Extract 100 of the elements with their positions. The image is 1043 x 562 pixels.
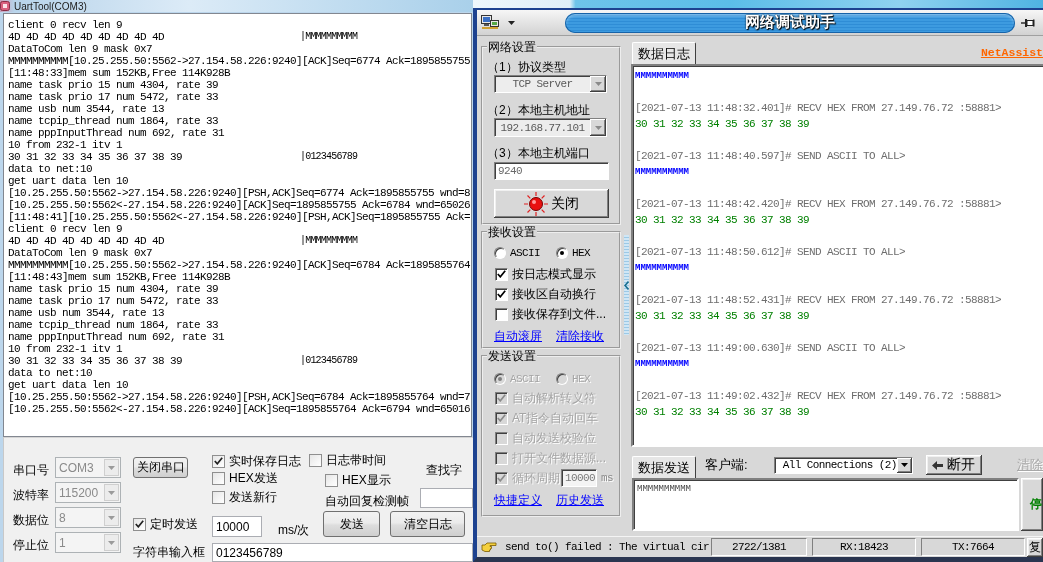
- group-title: 接收设置: [487, 225, 537, 239]
- log-data: MMMMMMMMMM: [635, 166, 689, 179]
- ascii-text: |MMMMMMMMMM: [300, 235, 358, 247]
- setting-label: 波特率: [13, 487, 49, 504]
- caret-icon: [108, 515, 115, 520]
- terminal-line: MMMMMMMMMM[10.25.255.50:5562->27.154.58.226:9240][ACK]Seq=6774 Ack=1895855755: [8, 55, 471, 67]
- terminal-line: name task prio 17 num 5472, rate 33: [8, 295, 219, 307]
- computer-icon[interactable]: [481, 15, 499, 30]
- pin-icon[interactable]: [1021, 16, 1035, 29]
- field-label: 自动回复检测帧: [325, 492, 409, 510]
- terminal-line: [10.25.255.50:5562->27.154.58.226:9240][PSH,ACK]Seq=6774 Ack=1895855755 wnd=8: [8, 187, 471, 199]
- checkbox-label: 实时保存日志: [229, 452, 301, 470]
- terminal-line: DataToCom len 9 mask 0x7: [8, 247, 153, 259]
- terminal-line: name tcpip_thread num 1864, rate 33: [8, 115, 219, 127]
- checkbox[interactable]: [495, 307, 508, 321]
- checkbox-label: 日志带时间: [326, 452, 386, 469]
- text-link[interactable]: 自动滚屏: [494, 327, 542, 345]
- tab[interactable]: 数据日志: [632, 42, 696, 64]
- checkbox[interactable]: [309, 454, 322, 467]
- status-message: send to() failed : The virtual cir: [505, 541, 709, 553]
- hex-bytes: 4D 4D 4D 4D 4D 4D 4D 4D 4D: [8, 31, 165, 43]
- field-label: （3）本地主机端口: [487, 146, 590, 160]
- checkmark-icon: [214, 457, 223, 465]
- checkbox[interactable]: [212, 491, 225, 504]
- terminal-line: [11:48:41][10.25.255.50:5562<-27.154.58.226:9240][PSH,ACK]Seq=1895855755 Ack=: [8, 211, 471, 223]
- log-data: 30 31 32 33 34 35 36 37 38 39: [635, 405, 810, 420]
- group-title: 发送设置: [487, 349, 537, 363]
- checkbox[interactable]: [325, 474, 338, 487]
- send-button[interactable]: 发送: [323, 511, 380, 537]
- send-text-field[interactable]: MMMMMMMMMM: [632, 478, 1019, 531]
- arrow-left-icon: [932, 460, 944, 470]
- setting-label: 数据位: [13, 512, 49, 529]
- terminal-line: name pppInputThread num 692, rate 31: [8, 127, 225, 139]
- log-data: 30 31 32 33 34 35 36 37 38 39: [635, 213, 810, 228]
- checkbox-label: 发送新行: [229, 489, 277, 506]
- checkmark-icon: [497, 414, 506, 422]
- terminal-line: data to net:10: [8, 367, 92, 379]
- hex-bytes: 4D 4D 4D 4D 4D 4D 4D 4D 4D: [8, 235, 165, 247]
- terminal-line: name task prio 15 num 4304, rate 39: [8, 79, 219, 91]
- log-data: 30 31 32 33 34 35 36 37 38 39: [635, 117, 810, 132]
- disconnect-button[interactable]: 断开: [925, 455, 982, 475]
- close-port-button[interactable]: 关闭串口: [133, 457, 188, 478]
- caret-icon: [594, 82, 602, 86]
- checkbox[interactable]: [495, 267, 508, 281]
- light-icon: [524, 191, 548, 216]
- text-link[interactable]: 清除接收: [556, 327, 604, 345]
- dropdown[interactable]: All Connections (2): [773, 456, 913, 474]
- text-input-field[interactable]: 0123456789: [212, 543, 473, 562]
- checkbox-label: HEX显示: [342, 472, 391, 489]
- splitter-handle[interactable]: [624, 235, 629, 335]
- hex-bytes: 30 31 32 33 34 35 36 37 38 39: [8, 151, 183, 163]
- terminal-line: name pppInputThread num 692, rate 31: [8, 331, 225, 343]
- checkbox[interactable]: [495, 287, 508, 301]
- caret-icon: [508, 20, 515, 25]
- window-title: 网络调试助手: [565, 12, 1015, 33]
- status-panel: TX:7664: [921, 538, 1025, 556]
- terminal-line: [10.25.255.50:5562<-27.154.58.226:9240][ACK]Seq=1895855755 Ack=6784 wnd=65026: [8, 199, 471, 211]
- log-data: MMMMMMMMMM: [635, 70, 689, 83]
- unit-label: ms: [601, 472, 613, 484]
- setting-label: 停止位: [13, 537, 49, 554]
- checkmark-icon: [497, 474, 506, 482]
- tab[interactable]: 数据发送: [632, 456, 696, 478]
- checkmark-icon: [497, 394, 506, 402]
- pointing-hand-icon: [481, 541, 497, 553]
- terminal-line: [10.25.255.50:5562<-27.154.58.226:9240][ACK]Seq=1895855764 Ack=6794 wnd=65016: [8, 403, 471, 415]
- search-field[interactable]: [420, 488, 473, 508]
- checkbox[interactable]: [212, 472, 225, 485]
- terminal-line: client 0 recv len 9: [8, 223, 123, 235]
- status-panel: RX:18423: [812, 538, 916, 556]
- log-data: 30 31 32 33 34 35 36 37 38 39: [635, 309, 810, 324]
- terminal-line: name usb num 3544, rate 13: [8, 307, 165, 319]
- reset-button[interactable]: 复: [1027, 537, 1043, 557]
- log-header: [2021-07-13 11:48:52.431]# RECV HEX FROM 27.149.76.72 :58881>: [635, 293, 1002, 308]
- radio-button[interactable]: [494, 247, 506, 259]
- terminal-line: name task prio 15 num 4304, rate 39: [8, 283, 219, 295]
- field-label: 字符串输入框: [133, 543, 205, 561]
- field-label: （2）本地主机地址: [487, 103, 590, 117]
- terminal-line: name usb num 3544, rate 13: [8, 103, 165, 115]
- terminal-line: 10 from 232-1 itv 1: [8, 139, 123, 151]
- terminal-line: get uart data len 10: [8, 379, 129, 391]
- clear-log-button[interactable]: 清空日志: [390, 511, 465, 537]
- app-icon: [0, 1, 10, 11]
- interval-field[interactable]: 10000: [212, 516, 262, 537]
- checkmark-icon: [135, 520, 144, 528]
- terminal-line: [11:48:43]mem sum 152KB,Free 114K928B: [8, 271, 231, 283]
- checkbox[interactable]: [212, 454, 225, 468]
- radio-label: HEX: [572, 247, 591, 259]
- checkbox-label: 定时发送: [150, 515, 198, 533]
- checkbox[interactable]: [133, 517, 146, 531]
- close-button[interactable]: 关闭: [494, 189, 609, 218]
- log-header: [2021-07-13 11:48:42.420]# RECV HEX FROM 27.149.76.72 :58881>: [635, 197, 1002, 212]
- stop-button[interactable]: 停: [1021, 478, 1043, 531]
- log-header: [2021-07-13 11:48:40.597]# SEND ASCII TO ALL>: [635, 149, 906, 164]
- log-data: MMMMMMMMMM: [635, 358, 689, 371]
- caret-icon: [108, 540, 115, 545]
- caret-icon: [108, 465, 115, 470]
- window-title: UartTool(COM3): [14, 0, 87, 12]
- terminal-line: [11:48:33]mem sum 152KB,Free 114K928B: [8, 67, 231, 79]
- log-header: [2021-07-13 11:49:02.432]# RECV HEX FROM 27.149.76.72 :58881>: [635, 389, 1002, 404]
- radio-button[interactable]: [556, 247, 568, 259]
